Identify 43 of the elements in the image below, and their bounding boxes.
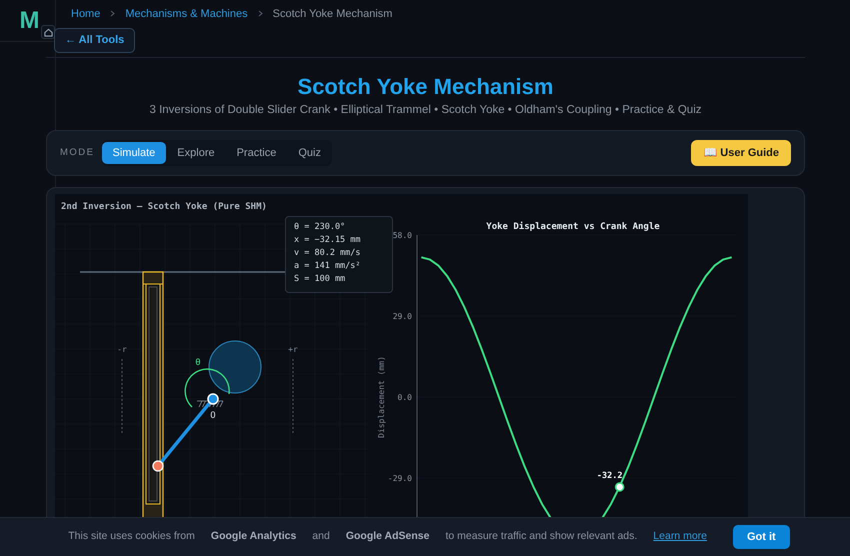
angle-label: θ — [195, 358, 201, 368]
crank-pin — [152, 460, 164, 472]
breadcrumb-current: Scotch Yoke Mechanism — [272, 6, 392, 22]
pivot — [207, 393, 219, 405]
limit-label: +r — [288, 345, 298, 354]
cookie-text: This site uses cookies from — [68, 529, 195, 544]
tick-label: 29.0 — [392, 312, 412, 322]
pivot-label: O — [210, 411, 216, 422]
axis-label: Displacement (mm) — [377, 356, 386, 438]
marker-value: -32.2 — [596, 471, 622, 482]
mode-tab[interactable]: Simulate — [102, 142, 166, 164]
readout-line: x = −32.15 mm — [294, 234, 362, 248]
mode-tab[interactable]: Practice — [226, 142, 288, 164]
tick-label: 58.0 — [392, 231, 412, 240]
cookie-text: Google AdSense — [346, 529, 430, 544]
tick-label: -29.0 — [388, 474, 412, 484]
breadcrumb-link[interactable]: Mechanisms & Machines — [125, 6, 248, 22]
cookie-text: Google Analytics — [210, 529, 296, 544]
accept-button[interactable]: Got it — [733, 524, 790, 550]
user-guide-button[interactable]: 📖 User Guide — [691, 140, 791, 166]
chart-title: Yoke Displacement vs Crank Angle — [486, 222, 660, 232]
tick-label: 0.0 — [398, 393, 412, 402]
readout-line: θ = 230.0° — [294, 221, 346, 234]
crank-disc — [208, 340, 262, 394]
readout-line: S = 100 mm — [294, 273, 346, 286]
current-marker — [614, 482, 624, 492]
page-subtitle: 3 Inversions of Double Slider Crank • Elliptical Trammel • Scotch Yoke • Oldham's Coupling • Practice & Quiz — [148, 102, 702, 118]
mode-label: MODE — [60, 146, 94, 160]
all-tools-button[interactable]: ← All Tools — [54, 28, 136, 52]
mode-tab[interactable]: Quiz — [287, 142, 332, 164]
cookie-text: and — [312, 529, 330, 544]
home-icon[interactable] — [41, 25, 55, 39]
learn-more-link[interactable]: Learn more — [653, 529, 707, 545]
canvas-title: 2nd Inversion — Scotch Yoke (Pure SHM) — [61, 202, 267, 212]
readout-line: a = 141 mm/s² — [294, 260, 362, 274]
logo[interactable]: M — [20, 8, 40, 32]
cookie-text: to measure traffic and show relevant ads. — [445, 529, 638, 544]
mode-tab[interactable]: Explore — [166, 142, 226, 164]
page-title: Scotch Yoke Mechanism — [296, 74, 554, 100]
limit-label: -r — [117, 345, 127, 354]
breadcrumb-link[interactable]: Home — [71, 6, 100, 22]
angle-arc — [184, 368, 230, 408]
readout-line: v = 80.2 mm/s — [294, 247, 362, 260]
